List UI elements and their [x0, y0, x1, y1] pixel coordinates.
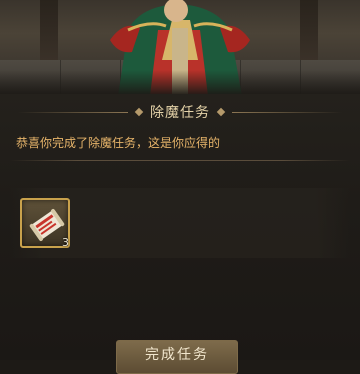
npc-portrait-scene: [0, 0, 360, 96]
title-diamond-icon: [216, 107, 226, 117]
scene-fade: [0, 70, 360, 96]
reward-item-slot[interactable]: 3: [20, 198, 70, 249]
title-row: 除魔任务: [0, 100, 360, 124]
dialog-message: 恭喜你完成了除魔任务，这是你应得的: [16, 136, 221, 150]
quest-complete-panel: 除魔任务 恭喜你完成了除魔任务，这是你应得的 3 完成任务: [0, 94, 360, 374]
complete-quest-button[interactable]: 完成任务: [116, 340, 238, 374]
dialog-title: 除魔任务: [150, 105, 210, 121]
title-ornament-line: [232, 111, 342, 113]
title-ornament-line: [18, 111, 128, 113]
reward-item-count: 3: [62, 236, 69, 249]
title-diamond-icon: [134, 107, 144, 117]
divider: [10, 160, 350, 161]
